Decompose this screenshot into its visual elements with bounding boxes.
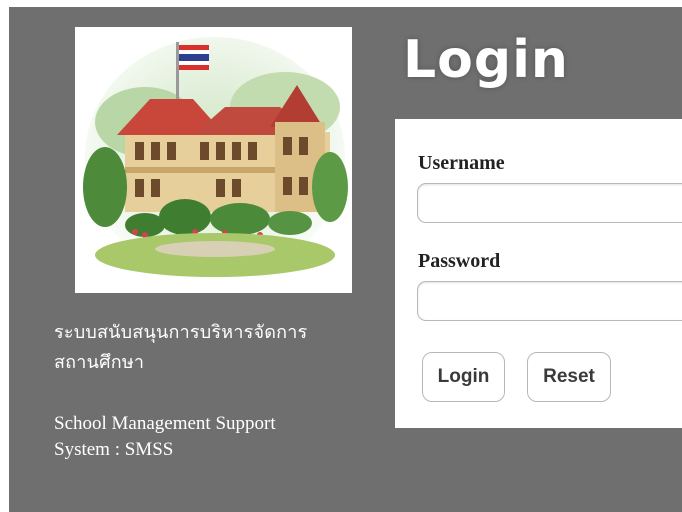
system-title-thai-line2: สถานศึกษา <box>54 352 145 373</box>
login-button[interactable]: Login <box>422 352 505 402</box>
system-title-english-line1: School Management Support <box>54 413 276 434</box>
username-input[interactable] <box>417 183 682 223</box>
system-title-english-line2: System : SMSS <box>54 439 174 460</box>
system-title-thai-line1: ระบบสนับสนุนการบริหารจัดการ <box>54 322 308 343</box>
password-label: Password <box>418 250 501 272</box>
login-heading: Login <box>403 30 569 90</box>
reset-button[interactable]: Reset <box>527 352 611 402</box>
school-building-illustration <box>75 27 352 293</box>
system-title-thai: ระบบสนับสนุนการบริหารจัดการ สถานศึกษา <box>54 318 374 378</box>
password-input[interactable] <box>417 281 682 321</box>
username-label: Username <box>418 152 505 174</box>
system-title-english: School Management Support System : SMSS <box>54 411 354 463</box>
login-form: Username Password Login Reset <box>395 119 682 428</box>
